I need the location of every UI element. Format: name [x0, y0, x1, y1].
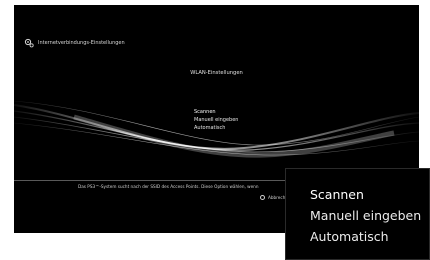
cancel-button[interactable]: Abbreche — [260, 195, 288, 200]
menu-item-scannen[interactable]: Scannen — [194, 108, 238, 116]
options-menu: Scannen Manuell eingeben Automatisch — [194, 108, 238, 132]
menu-item-automatisch[interactable]: Automatisch — [194, 124, 238, 132]
zoom-item-automatisch[interactable]: Automatisch — [310, 226, 421, 247]
screen-header: Internetverbindungs-Einstellungen — [24, 38, 125, 48]
menu-item-manuell-eingeben[interactable]: Manuell eingeben — [194, 116, 238, 124]
circle-button-icon — [260, 195, 265, 200]
section-title: WLAN-Einstellungen — [190, 70, 243, 76]
network-settings-icon — [24, 38, 34, 48]
zoomed-menu-inset: Scannen Manuell eingeben Automatisch — [285, 168, 430, 260]
page-title: Internetverbindungs-Einstellungen — [38, 40, 125, 46]
zoom-item-scannen[interactable]: Scannen — [310, 184, 421, 205]
zoom-item-manuell-eingeben[interactable]: Manuell eingeben — [310, 205, 421, 226]
footer-hint: Das PS3™-System sucht nach der SSID des … — [78, 184, 259, 189]
zoomed-options-menu: Scannen Manuell eingeben Automatisch — [310, 184, 421, 247]
